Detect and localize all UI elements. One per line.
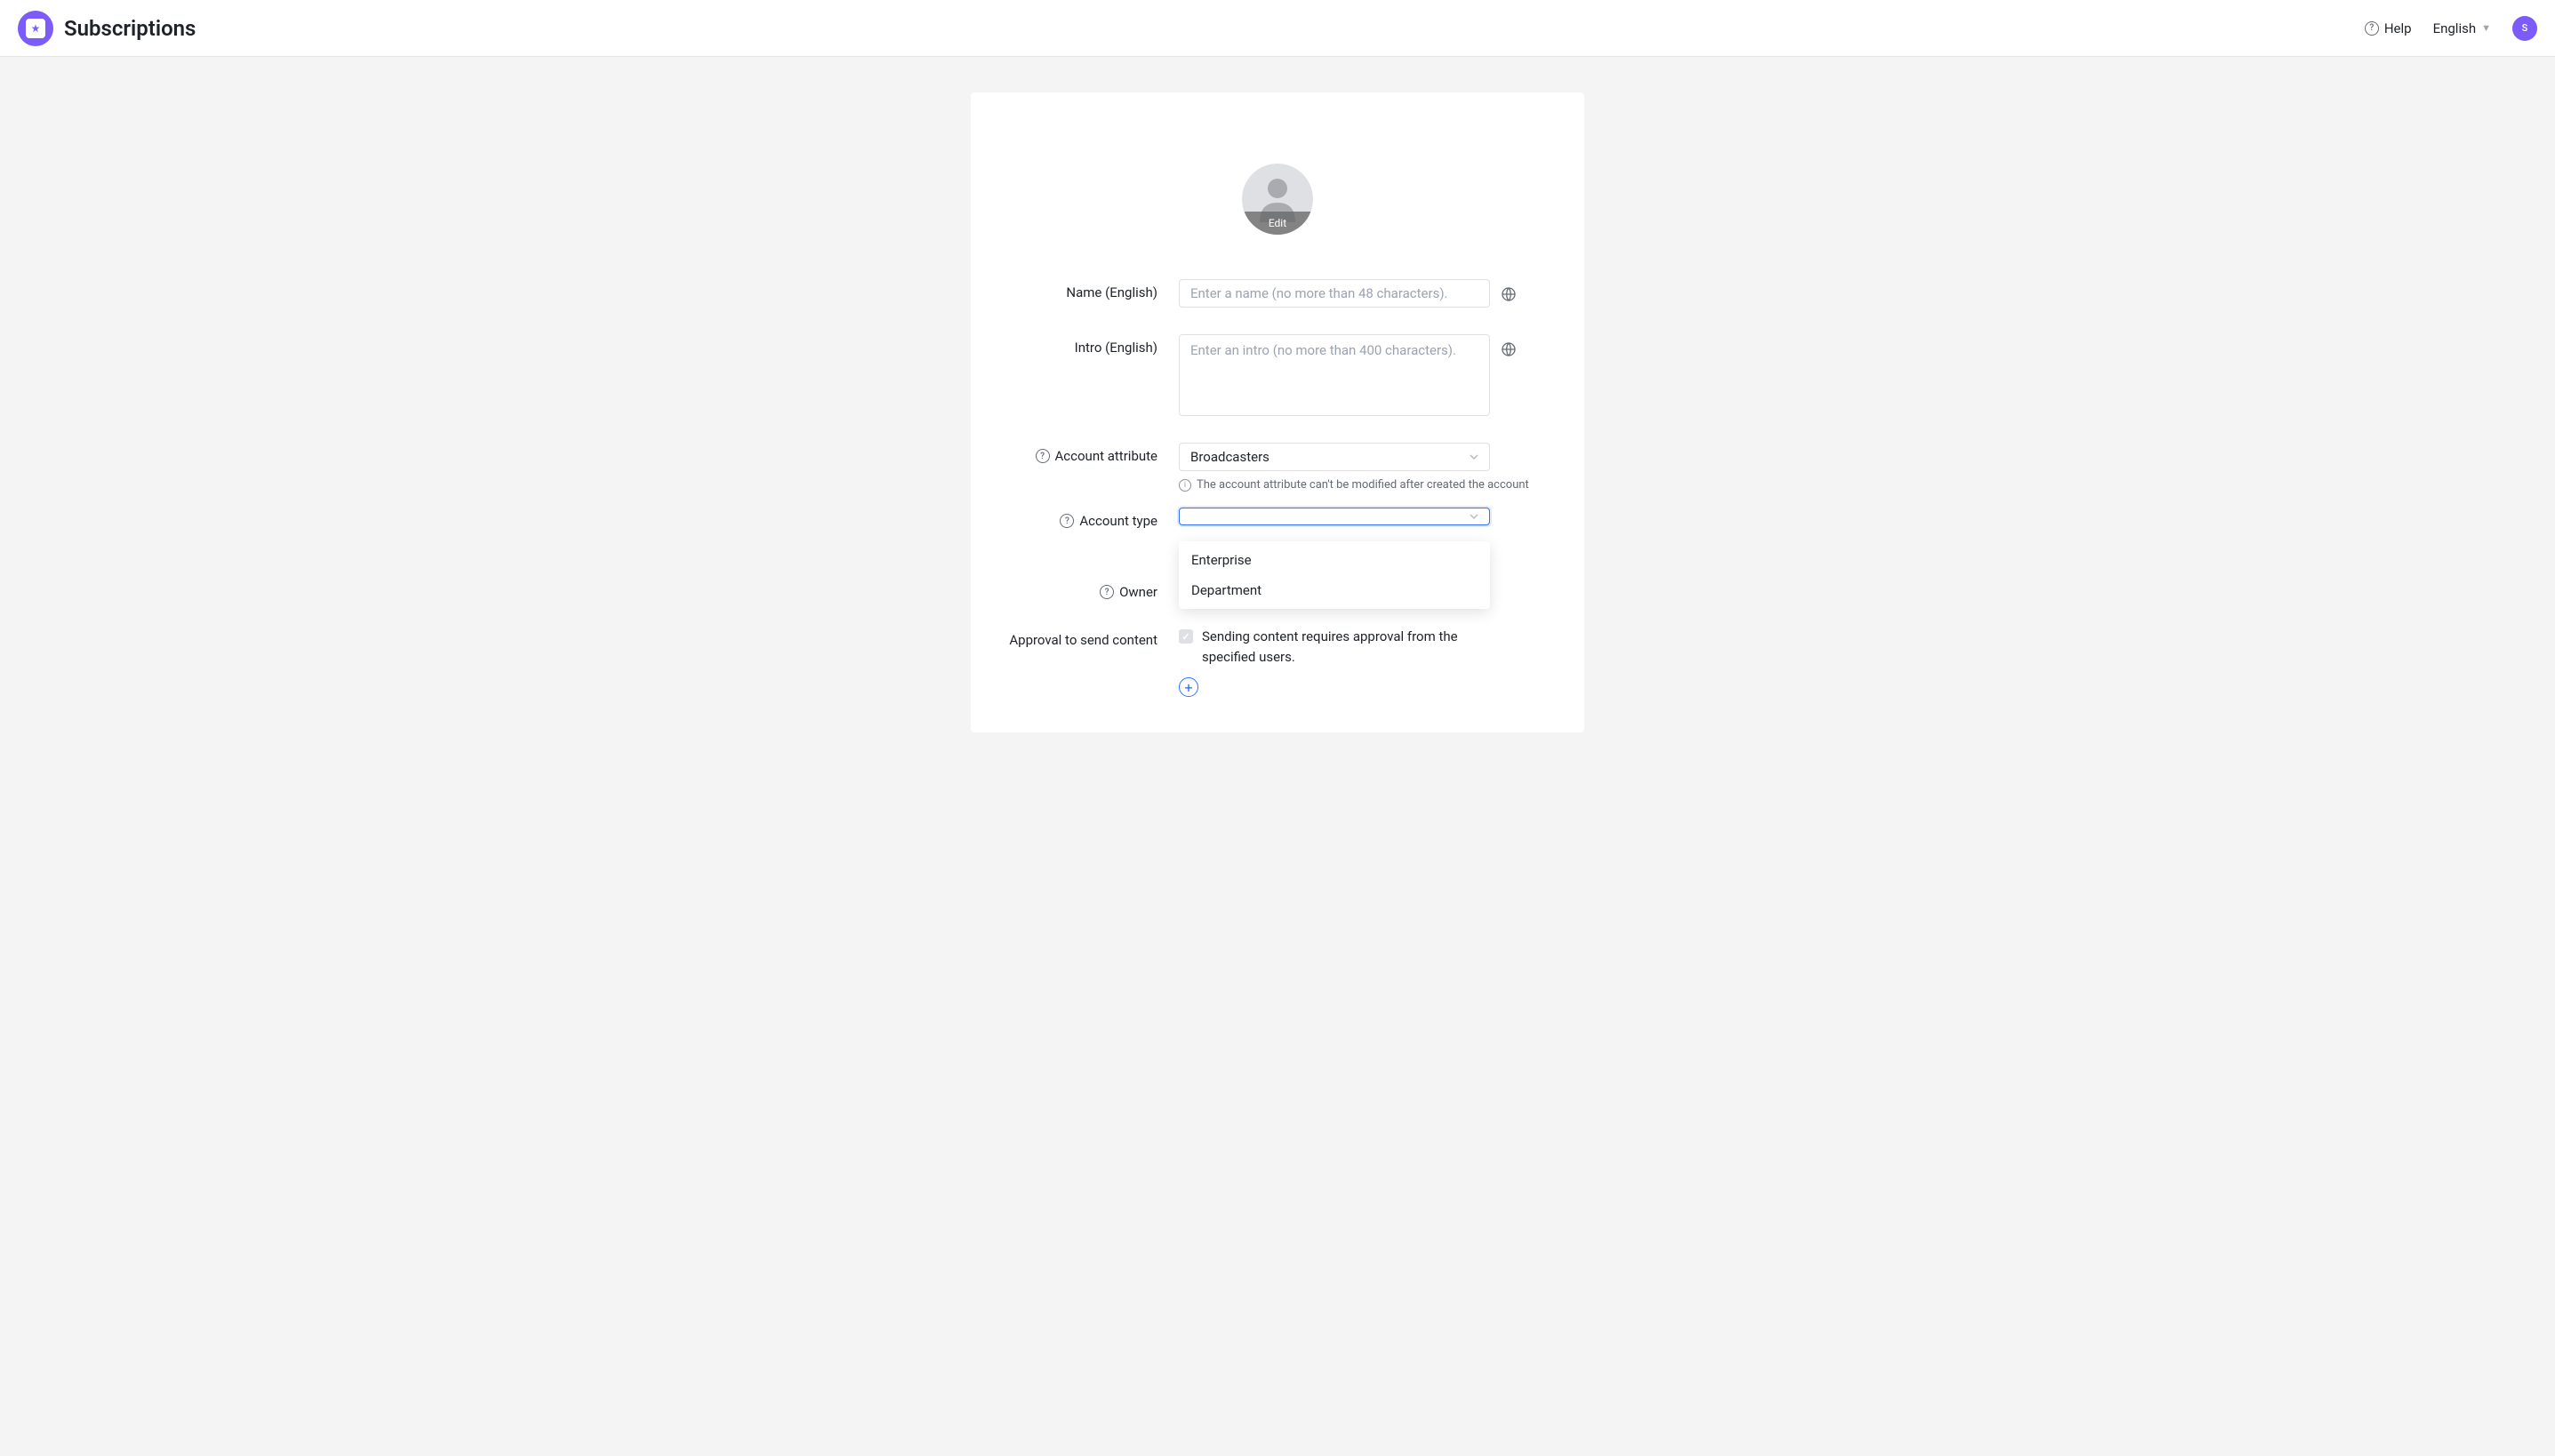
- account-attribute-label-col: ? Account attribute: [1006, 443, 1157, 464]
- intro-row: Intro (English): [1006, 334, 1549, 416]
- account-attribute-select[interactable]: Broadcasters: [1179, 443, 1490, 471]
- check-icon: ✓: [1181, 631, 1189, 643]
- account-attribute-input-col: Broadcasters i The account attribute can…: [1179, 443, 1549, 492]
- account-attribute-helper: i The account attribute can't be modifie…: [1179, 478, 1549, 492]
- logo-inner: ★: [26, 19, 45, 38]
- account-type-label-col: ? Account type: [1006, 508, 1157, 529]
- page-title: Subscriptions: [64, 16, 196, 41]
- profile-avatar-uploader[interactable]: Edit: [1242, 164, 1313, 235]
- account-attribute-value: Broadcasters: [1190, 449, 1269, 465]
- account-attribute-row: ? Account attribute Broadcasters i The a…: [1006, 443, 1549, 492]
- account-attribute-label: Account attribute: [1055, 448, 1157, 464]
- info-icon: i: [1179, 479, 1191, 492]
- add-approver-button[interactable]: +: [1179, 677, 1198, 697]
- approval-label: Approval to send content: [1006, 627, 1157, 648]
- intro-textarea[interactable]: [1179, 334, 1490, 416]
- globe-icon[interactable]: [1501, 286, 1517, 302]
- language-label: English: [2433, 20, 2477, 36]
- help-label: Help: [2384, 20, 2412, 36]
- help-link[interactable]: ? Help: [2365, 20, 2412, 36]
- owner-label: Owner: [1119, 584, 1157, 600]
- help-icon: ?: [2365, 21, 2379, 36]
- caret-down-icon: ▼: [2481, 22, 2491, 34]
- help-icon[interactable]: ?: [1100, 585, 1114, 599]
- chevron-down-icon: [1470, 514, 1478, 519]
- owner-label-col: ? Owner: [1006, 579, 1157, 600]
- language-selector[interactable]: English ▼: [2433, 20, 2491, 36]
- approval-checkbox[interactable]: ✓: [1179, 629, 1193, 644]
- help-icon[interactable]: ?: [1060, 514, 1074, 528]
- name-row: Name (English): [1006, 279, 1549, 308]
- chevron-down-icon: [1470, 454, 1478, 460]
- help-icon[interactable]: ?: [1036, 449, 1050, 463]
- user-avatar[interactable]: S: [2512, 16, 2537, 41]
- helper-text: The account attribute can't be modified …: [1197, 478, 1529, 492]
- approval-checkbox-label: Sending content requires approval from t…: [1202, 627, 1495, 667]
- approval-checkbox-row: ✓ Sending content requires approval from…: [1179, 627, 1549, 667]
- account-type-select[interactable]: [1179, 508, 1490, 525]
- name-input-col: [1179, 279, 1549, 308]
- dropdown-option-department[interactable]: Department: [1179, 575, 1490, 605]
- avatar-edit-label: Edit: [1269, 217, 1286, 229]
- dropdown-option-enterprise[interactable]: Enterprise: [1179, 545, 1490, 575]
- header-right: ? Help English ▼ S: [2365, 16, 2537, 41]
- account-type-row: ? Account type Enterprise Department: [1006, 508, 1549, 529]
- intro-label: Intro (English): [1006, 334, 1157, 356]
- globe-icon[interactable]: [1501, 341, 1517, 357]
- approval-row: Approval to send content ✓ Sending conte…: [1006, 627, 1549, 697]
- header-left: ★ Subscriptions: [18, 11, 196, 46]
- avatar-edit-overlay: Edit: [1242, 212, 1313, 235]
- intro-input-col: [1179, 334, 1549, 416]
- content: Edit Name (English) Intro (English): [0, 57, 2555, 768]
- name-input[interactable]: [1179, 279, 1490, 308]
- account-type-label: Account type: [1079, 513, 1157, 529]
- account-type-dropdown: Enterprise Department: [1179, 541, 1490, 609]
- avatar-letter: S: [2522, 22, 2528, 34]
- form-card: Edit Name (English) Intro (English): [971, 92, 1584, 732]
- approval-input-col: ✓ Sending content requires approval from…: [1179, 627, 1549, 697]
- account-type-input-col: Enterprise Department: [1179, 508, 1549, 525]
- header: ★ Subscriptions ? Help English ▼ S: [0, 0, 2555, 57]
- name-label: Name (English): [1006, 279, 1157, 300]
- app-logo: ★: [18, 11, 53, 46]
- star-icon: ★: [31, 22, 41, 35]
